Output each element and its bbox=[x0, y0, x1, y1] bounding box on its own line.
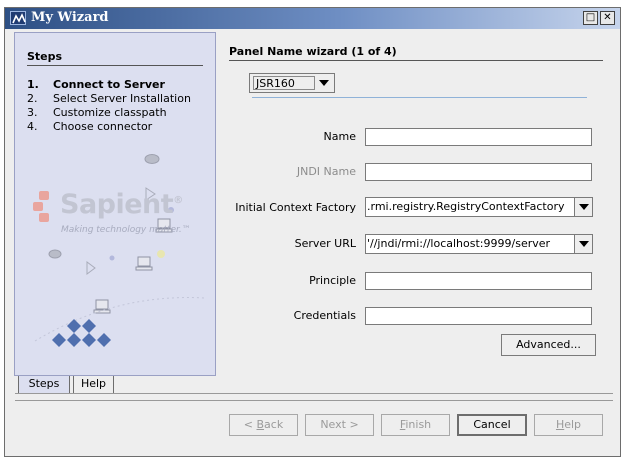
sapient-logo-name: Sapient bbox=[60, 189, 174, 220]
wizard-window: My Wizard □ ✕ Steps 1. Connect to Server … bbox=[4, 7, 621, 457]
disc-icon bbox=[144, 154, 160, 164]
step-list: 1. Connect to Server 2. Select Server Inst… bbox=[27, 78, 191, 134]
server-url-label: Server URL bbox=[294, 237, 356, 250]
help-button[interactable]: Help bbox=[534, 414, 603, 436]
credentials-field[interactable] bbox=[365, 307, 592, 325]
name-label: Name bbox=[323, 130, 356, 143]
tab-steps[interactable]: Steps bbox=[18, 376, 70, 394]
step-item-choose-connector: 4. Choose connector bbox=[27, 120, 191, 134]
jsr-select[interactable]: JSR160 bbox=[249, 73, 335, 93]
server-url-combo[interactable]: '//jndi/rmi://localhost:9999/server bbox=[365, 234, 593, 254]
decor-dot bbox=[109, 255, 115, 261]
cancel-button[interactable]: Cancel bbox=[457, 414, 527, 436]
sapient-tagline: Making technology matter.™ bbox=[61, 225, 191, 235]
finish-button-suffix: inish bbox=[405, 418, 432, 431]
initial-context-factory-combo[interactable]: .rmi.registry.RegistryContextFactory bbox=[365, 197, 593, 217]
jndi-name-label: JNDI Name bbox=[296, 165, 356, 178]
sapient-logo-text: Sapient® bbox=[60, 189, 183, 220]
principle-field[interactable] bbox=[365, 272, 592, 290]
tab-help[interactable]: Help bbox=[73, 376, 114, 394]
jsr-select-value: JSR160 bbox=[253, 76, 315, 90]
back-button-prefix: < bbox=[243, 418, 257, 431]
name-field[interactable] bbox=[365, 128, 592, 146]
registered-mark: ® bbox=[173, 195, 183, 206]
play-arrow-icon bbox=[86, 261, 96, 275]
step-number: 4. bbox=[27, 120, 38, 133]
steps-heading: Steps bbox=[27, 50, 63, 63]
initial-context-factory-value[interactable]: .rmi.registry.RegistryContextFactory bbox=[366, 198, 575, 216]
separator-line bbox=[15, 393, 613, 394]
steps-panel: Steps 1. Connect to Server 2. Select Serve… bbox=[14, 32, 216, 376]
sapient-logo-icon bbox=[33, 191, 49, 222]
server-url-value[interactable]: '//jndi/rmi://localhost:9999/server bbox=[366, 235, 575, 253]
step-label: Select Server Installation bbox=[53, 92, 191, 105]
help-button-suffix: elp bbox=[564, 418, 582, 431]
step-item-customize-classpath: 3. Customize classpath bbox=[27, 106, 191, 120]
finish-button[interactable]: Finish bbox=[381, 414, 450, 436]
initial-context-factory-label: Initial Context Factory bbox=[235, 201, 356, 214]
close-icon[interactable]: ✕ bbox=[600, 11, 615, 25]
sapient-watermark: Sapient® Making technology matter.™ bbox=[15, 133, 215, 375]
step-number: 3. bbox=[27, 106, 38, 119]
separator-line bbox=[15, 400, 613, 401]
advanced-button[interactable]: Advanced... bbox=[501, 334, 596, 356]
back-button-suffix: ack bbox=[264, 418, 284, 431]
step-label: Choose connector bbox=[53, 120, 153, 133]
jsr-underline bbox=[252, 97, 587, 98]
decor-dot bbox=[157, 250, 165, 258]
panel-divider bbox=[229, 60, 603, 61]
step-label: Customize classpath bbox=[53, 106, 167, 119]
dropdown-arrow-icon[interactable] bbox=[574, 198, 592, 216]
wizard-app-icon bbox=[10, 11, 26, 25]
principle-label: Principle bbox=[309, 274, 356, 287]
back-button[interactable]: < Back bbox=[229, 414, 298, 436]
dropdown-arrow-icon[interactable] bbox=[315, 74, 333, 92]
step-number: 1. bbox=[27, 78, 39, 91]
step-label: Connect to Server bbox=[53, 78, 165, 91]
computer-icon bbox=[93, 299, 111, 314]
disc-icon bbox=[48, 249, 62, 259]
title-bar[interactable]: My Wizard □ ✕ bbox=[5, 8, 620, 29]
dropdown-arrow-icon[interactable] bbox=[574, 235, 592, 253]
step-number: 2. bbox=[27, 92, 38, 105]
back-button-mnemonic: B bbox=[256, 418, 265, 431]
diamond-cluster-icon bbox=[52, 319, 111, 347]
decor-arc bbox=[34, 297, 206, 342]
restore-icon[interactable]: □ bbox=[583, 11, 598, 25]
credentials-label: Credentials bbox=[293, 309, 356, 322]
step-item-connect-to-server: 1. Connect to Server bbox=[27, 78, 191, 92]
steps-divider bbox=[27, 65, 203, 66]
watermark-graphics bbox=[33, 154, 206, 347]
help-button-mnemonic: H bbox=[555, 418, 565, 431]
panel-title: Panel Name wizard (1 of 4) bbox=[229, 45, 397, 58]
step-item-select-server-installation: 2. Select Server Installation bbox=[27, 92, 191, 106]
next-button[interactable]: Next > bbox=[305, 414, 374, 436]
computer-icon bbox=[135, 256, 153, 271]
jndi-name-field[interactable] bbox=[365, 163, 592, 181]
window-title: My Wizard bbox=[31, 10, 109, 25]
